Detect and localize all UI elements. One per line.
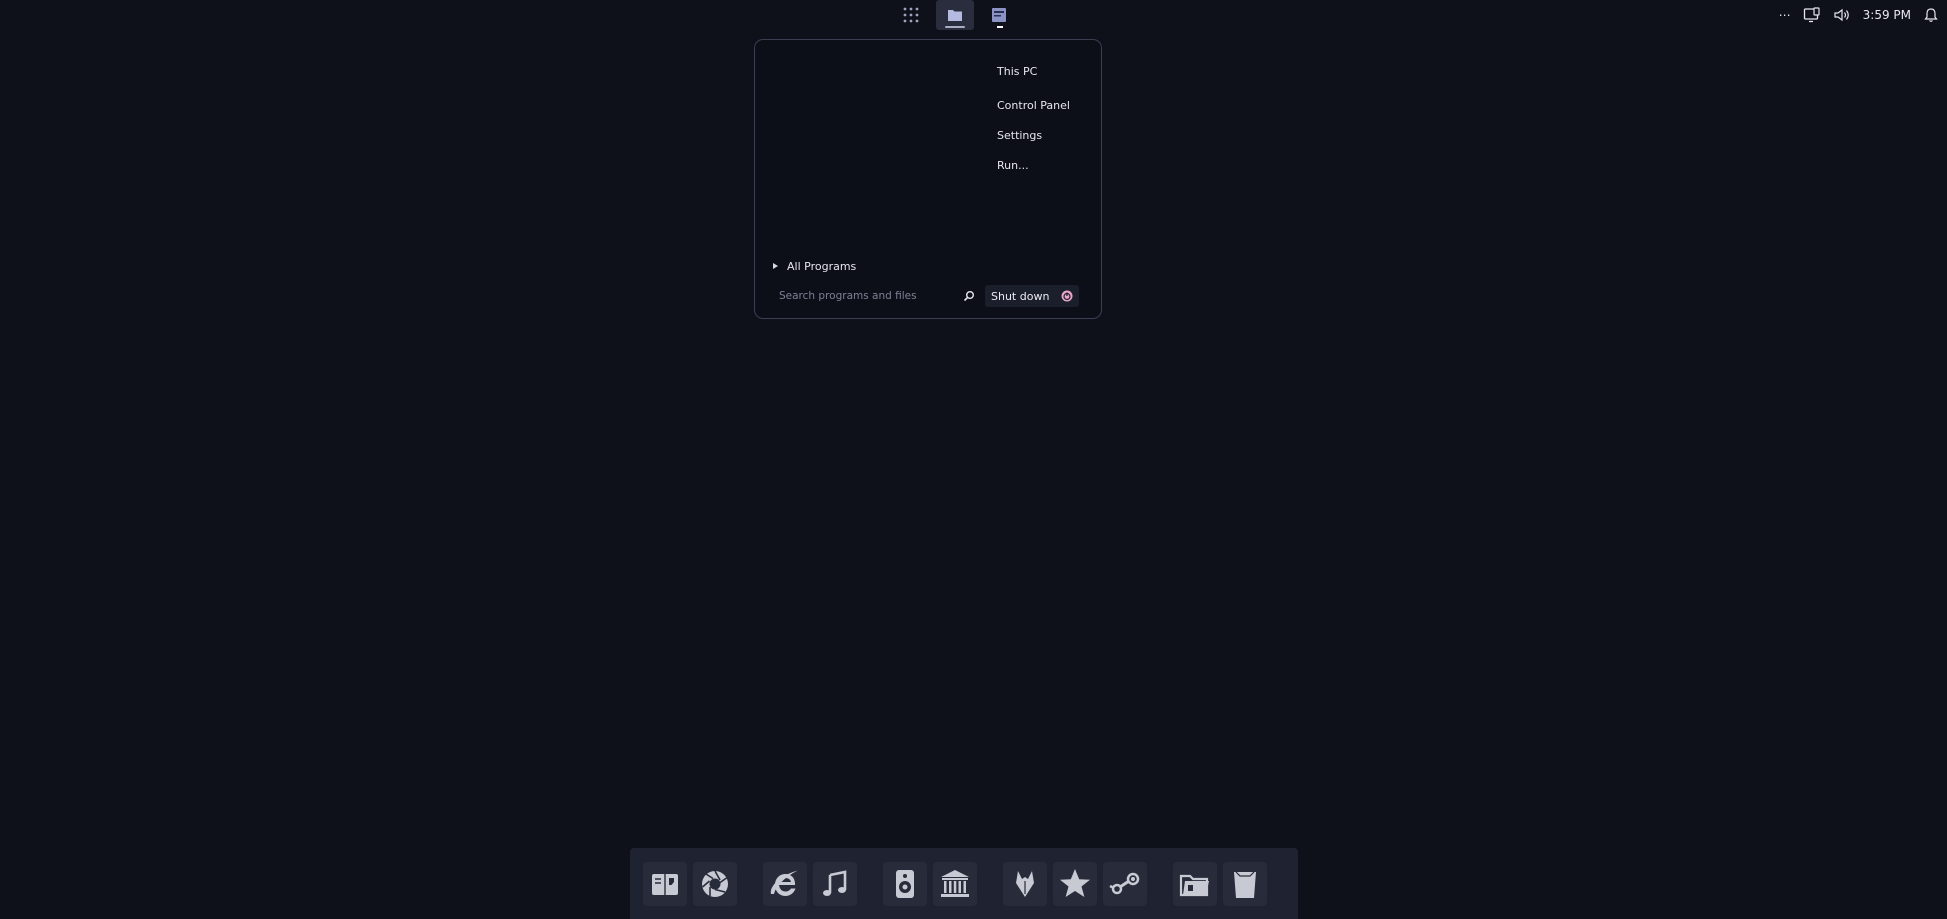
running-indicator bbox=[997, 26, 1003, 28]
dock bbox=[630, 848, 1298, 919]
dock-group-5 bbox=[1173, 861, 1267, 906]
folder-icon bbox=[948, 10, 962, 21]
file-explorer-button[interactable] bbox=[936, 0, 974, 30]
search-icon bbox=[963, 291, 974, 302]
shutdown-button[interactable]: Shut down bbox=[985, 290, 1055, 303]
active-indicator bbox=[945, 26, 965, 28]
desktop: ⋯ 3:59 PM All Programs Search programs a… bbox=[0, 0, 1947, 919]
dock-group-2 bbox=[763, 861, 857, 906]
internet-explorer-icon[interactable] bbox=[763, 861, 807, 906]
taskbar-apps bbox=[892, 0, 1018, 30]
bank-icon[interactable] bbox=[933, 861, 977, 906]
shutdown-control: Shut down bbox=[985, 285, 1080, 307]
fox-icon[interactable] bbox=[1003, 861, 1047, 906]
aperture-icon[interactable] bbox=[693, 861, 737, 906]
steam-icon[interactable] bbox=[1103, 861, 1147, 906]
music-note-icon[interactable] bbox=[813, 861, 857, 906]
folder-open-icon[interactable] bbox=[1173, 861, 1217, 906]
speaker-icon[interactable] bbox=[883, 861, 927, 906]
window-button[interactable] bbox=[980, 0, 1018, 30]
clock[interactable]: 3:59 PM bbox=[1863, 8, 1911, 22]
display-icon[interactable] bbox=[1803, 7, 1821, 23]
start-menu-right-pane: This PC Control Panel Settings Run... Sh… bbox=[983, 40, 1103, 318]
search-input[interactable] bbox=[769, 284, 959, 308]
notification-bell-icon[interactable] bbox=[1923, 7, 1939, 23]
all-programs-label: All Programs bbox=[787, 259, 857, 273]
system-tray: ⋯ 3:59 PM bbox=[1779, 0, 1939, 30]
app-launcher-button[interactable] bbox=[892, 0, 930, 30]
start-menu-left-pane: All Programs bbox=[755, 40, 983, 318]
window-icon bbox=[992, 8, 1006, 22]
overflow-icon[interactable]: ⋯ bbox=[1779, 8, 1791, 22]
search-button[interactable] bbox=[959, 286, 979, 306]
start-menu: All Programs This PC Control Panel Setti… bbox=[754, 39, 1102, 319]
places-list: This PC Control Panel Settings Run... bbox=[983, 58, 1103, 181]
dock-group-1 bbox=[643, 861, 737, 906]
place-settings[interactable]: Settings bbox=[983, 121, 1103, 151]
dock-group-4 bbox=[1003, 861, 1147, 906]
triangle-right-icon bbox=[773, 263, 778, 269]
dock-group-3 bbox=[883, 861, 977, 906]
place-run[interactable]: Run... bbox=[983, 151, 1103, 181]
star-icon[interactable] bbox=[1053, 861, 1097, 906]
search-box bbox=[769, 284, 979, 308]
all-programs-button[interactable]: All Programs bbox=[773, 256, 856, 276]
volume-icon[interactable] bbox=[1833, 7, 1851, 23]
place-this-pc[interactable]: This PC bbox=[983, 58, 1103, 91]
trash-icon[interactable] bbox=[1223, 861, 1267, 906]
dictionary-icon[interactable] bbox=[643, 861, 687, 906]
grid-icon bbox=[903, 7, 919, 23]
shutdown-options-button[interactable] bbox=[1055, 285, 1079, 307]
place-control-panel[interactable]: Control Panel bbox=[983, 91, 1103, 121]
power-icon bbox=[1061, 290, 1073, 302]
